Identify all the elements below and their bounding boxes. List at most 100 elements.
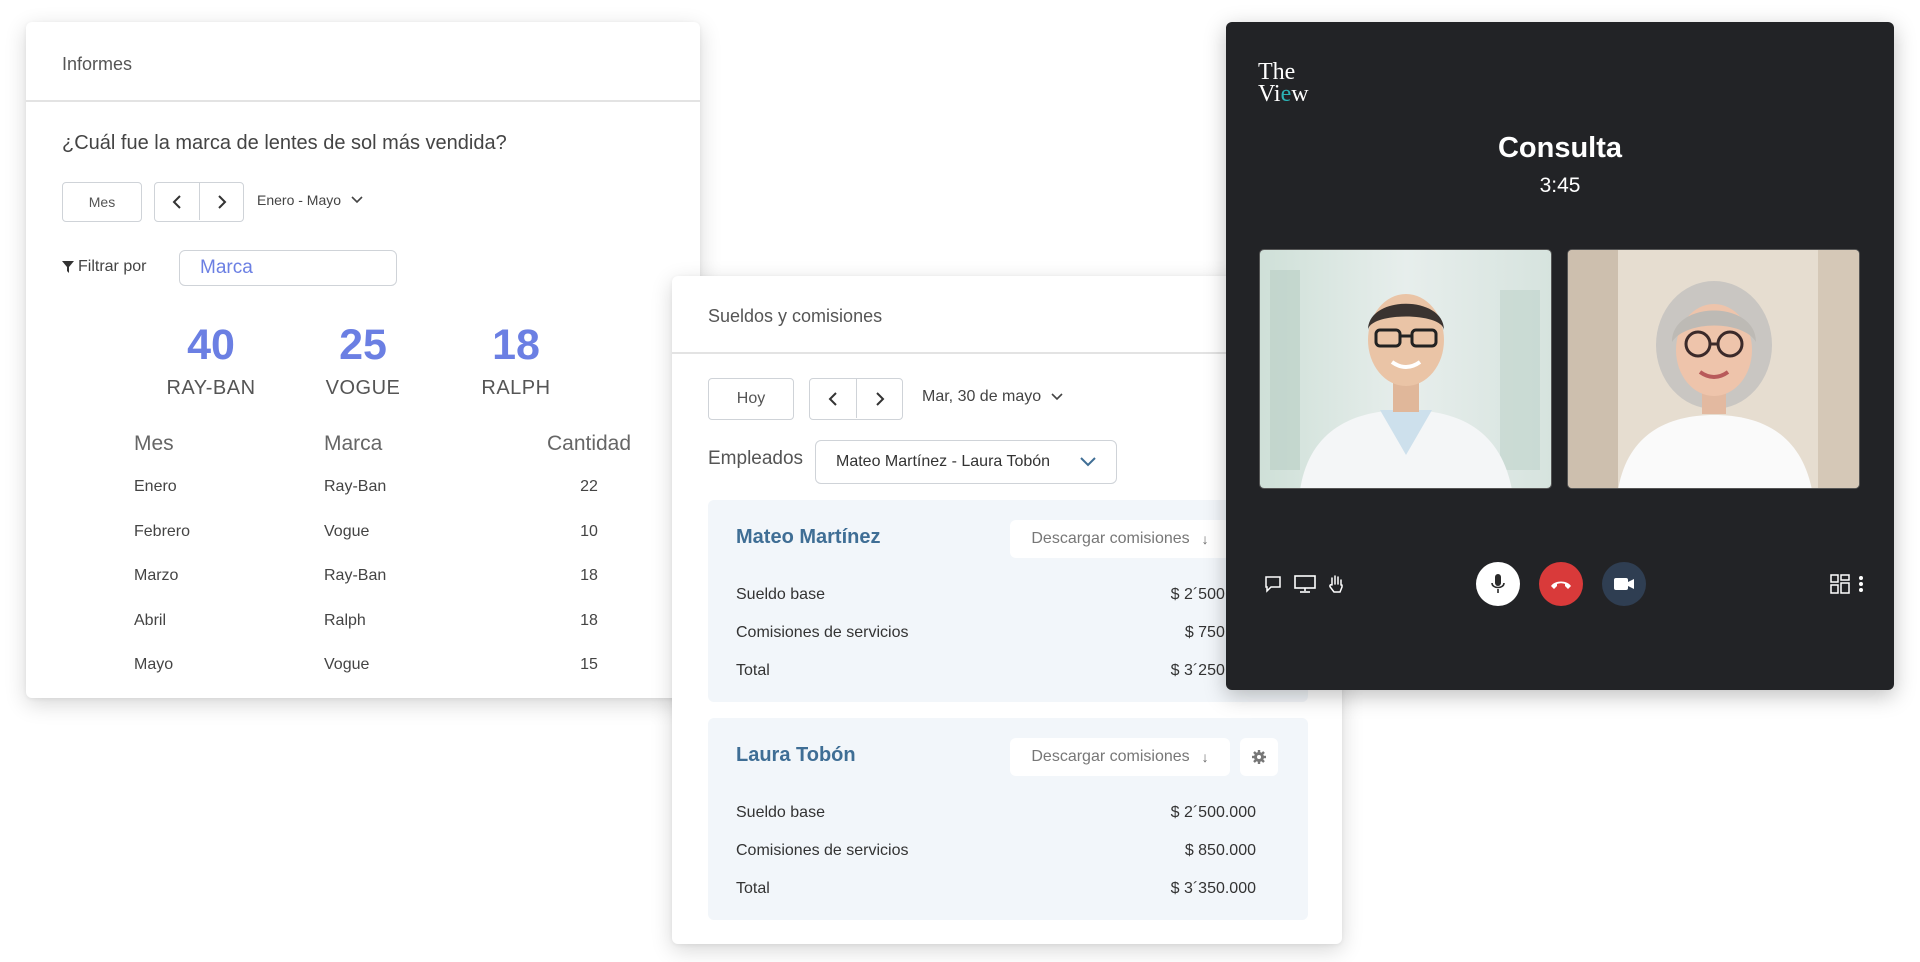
microphone-icon: [1491, 574, 1505, 593]
sales-table: Mes Marca Cantidad Enero Ray-Ban 22 Febr…: [134, 432, 654, 698]
table-cell: Ray-Ban: [324, 567, 387, 584]
filter-label: Filtrar por: [62, 258, 146, 276]
arrow-down-icon: ↓: [1201, 749, 1209, 765]
raise-hand-button[interactable]: [1322, 562, 1350, 611]
reports-card: Informes ¿Cuál fue la marca de lentes de…: [26, 22, 700, 698]
salary-value: $ 3´350.000: [1170, 880, 1256, 897]
salary-value: $ 2´500.000: [1170, 804, 1256, 821]
column-header: Marca: [324, 432, 383, 455]
table-row: Febrero Vogue 10: [134, 523, 654, 568]
salary-label: Sueldo base: [736, 804, 825, 821]
stat-label: VOGUE: [325, 377, 401, 399]
left-controls: [1258, 562, 1350, 611]
patient-avatar-image: [1568, 250, 1859, 488]
call-timer: 3:45: [1539, 174, 1581, 197]
salary-label: Total: [736, 880, 770, 897]
chevron-right-icon: [217, 194, 226, 209]
salary-row: Total $ 3´250.000: [736, 662, 1256, 680]
next-date-button[interactable]: [856, 379, 902, 418]
reports-question: ¿Cuál fue la marca de lentes de sol más …: [62, 132, 507, 154]
stat-vogue: 25 VOGUE: [298, 324, 428, 400]
date-nav: [809, 378, 903, 420]
chevron-down-icon: [1051, 393, 1063, 401]
table-cell: Ralph: [324, 611, 366, 629]
prev-date-button[interactable]: [810, 379, 856, 418]
chevron-down-icon: [1080, 457, 1096, 467]
download-label: Descargar comisiones: [1031, 530, 1190, 547]
table-row: Abril Ralph 18: [134, 612, 654, 657]
table-cell: 18: [580, 567, 598, 584]
next-period-button[interactable]: [199, 183, 243, 220]
employees-value: Mateo Martínez - Laura Tobón: [836, 453, 1051, 470]
share-screen-button[interactable]: [1288, 563, 1322, 610]
period-button[interactable]: Mes: [62, 182, 142, 222]
stat-value: 40: [187, 321, 235, 369]
chat-button[interactable]: [1258, 563, 1288, 610]
settings-button[interactable]: [1240, 738, 1278, 776]
monitor-icon: [1294, 575, 1316, 593]
table-cell: 15: [580, 656, 598, 673]
period-nav: [154, 182, 244, 222]
download-label: Descargar comisiones: [1031, 748, 1190, 765]
layout-button[interactable]: [1826, 562, 1854, 611]
doctor-video-tile[interactable]: [1259, 249, 1552, 489]
prev-period-button[interactable]: [155, 183, 199, 220]
video-camera-icon: [1614, 578, 1634, 590]
table-cell: Febrero: [134, 522, 191, 540]
table-cell: 22: [580, 478, 598, 495]
range-label: Enero - Mayo: [257, 192, 342, 208]
employees-select[interactable]: Mateo Martínez - Laura Tobón: [815, 440, 1117, 484]
table-cell: 18: [580, 611, 598, 629]
salary-row: Sueldo base $ 2´500.000: [736, 804, 1256, 822]
chevron-right-icon: [875, 391, 884, 406]
table-header: Mes Marca Cantidad: [134, 432, 654, 478]
camera-button[interactable]: [1602, 562, 1646, 606]
more-options-button[interactable]: [1854, 562, 1868, 611]
download-commissions-button[interactable]: Descargar comisiones ↓: [1010, 738, 1230, 776]
arrow-down-icon: ↓: [1201, 531, 1209, 547]
video-call-panel: The View Consulta 3:45: [1226, 22, 1894, 690]
employee-name: Laura Tobón: [736, 744, 856, 766]
filter-icon: [62, 261, 74, 273]
stat-value: 18: [492, 321, 540, 369]
logo-line-2: View: [1258, 80, 1309, 107]
hang-up-icon: [1551, 581, 1571, 589]
table-cell: Enero: [134, 478, 177, 495]
salary-label: Sueldo base: [736, 586, 825, 603]
table-cell: Marzo: [134, 567, 179, 584]
today-button[interactable]: Hoy: [708, 378, 794, 420]
employee-card-laura: Laura Tobón Descargar comisiones ↓ Sueld…: [708, 718, 1308, 920]
stat-value: 25: [339, 321, 387, 369]
stat-label: RAY-BAN: [166, 377, 256, 399]
date-dropdown[interactable]: Mar, 30 de mayo: [922, 388, 1063, 406]
hand-icon: [1329, 575, 1343, 593]
range-dropdown[interactable]: Enero - Mayo: [257, 192, 363, 208]
chevron-left-icon: [172, 194, 181, 209]
grid-layout-icon: [1830, 574, 1850, 594]
stat-rayban: 40 RAY-BAN: [146, 324, 276, 400]
employees-label: Empleados: [708, 448, 804, 469]
filter-input[interactable]: Marca: [179, 250, 397, 286]
end-call-button[interactable]: [1539, 562, 1583, 606]
download-commissions-button[interactable]: Descargar comisiones ↓: [1010, 520, 1230, 558]
mic-button[interactable]: [1476, 562, 1520, 606]
column-header: Mes: [134, 432, 174, 455]
salary-row: Sueldo base $ 2´500.000: [736, 586, 1256, 604]
salary-row: Total $ 3´350.000: [736, 880, 1256, 898]
table-row: Mayo Vogue 15: [134, 656, 654, 698]
salary-row: Comisiones de servicios $ 850.000: [736, 842, 1256, 860]
reports-title: Informes: [26, 22, 700, 102]
salary-label: Comisiones de servicios: [736, 624, 909, 641]
table-cell: Mayo: [134, 656, 174, 673]
more-vertical-icon: [1859, 576, 1863, 592]
right-controls: [1826, 562, 1868, 611]
table-cell: Ray-Ban: [324, 478, 387, 495]
employee-card-mateo: Mateo Martínez Descargar comisiones ↓ Su…: [708, 500, 1308, 702]
gear-icon: [1252, 750, 1266, 764]
filter-label-text: Filtrar por: [78, 258, 147, 275]
table-cell: Abril: [134, 611, 167, 629]
salary-label: Comisiones de servicios: [736, 842, 909, 859]
patient-video-tile[interactable]: [1567, 249, 1860, 489]
salary-row: Comisiones de servicios $ 750.000: [736, 624, 1256, 642]
chat-icon: [1265, 576, 1281, 593]
